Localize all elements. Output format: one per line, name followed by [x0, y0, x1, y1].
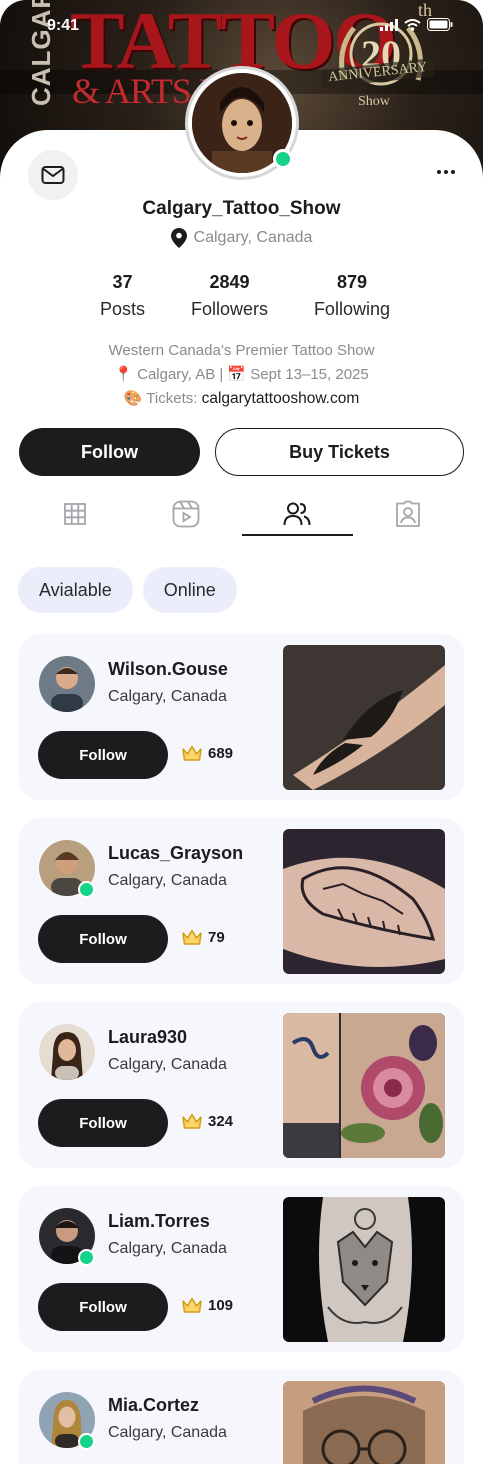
- profile-tabs: [19, 492, 464, 536]
- stat-followers-label: Followers: [190, 299, 268, 319]
- bio-tickets-line: 🎨 Tickets: calgarytattooshow.com: [0, 387, 483, 411]
- status-icons: [380, 18, 453, 31]
- artist-card[interactable]: Mia.Cortez Calgary, Canada: [19, 1370, 464, 1464]
- artist-name[interactable]: Mia.Cortez: [108, 1395, 199, 1416]
- tattoo-photo-image: [283, 645, 445, 790]
- tattoo-photo-image: [283, 1013, 445, 1158]
- artist-card[interactable]: Wilson.Gouse Calgary, Canada Follow 689: [19, 634, 464, 800]
- profile-bio: Western Canada’s Premier Tattoo Show 📍 C…: [0, 339, 483, 411]
- status-time: 9:41: [47, 17, 80, 34]
- filter-chip-online[interactable]: Online: [142, 567, 237, 613]
- artist-score: 79: [181, 928, 225, 946]
- grid-icon: [63, 503, 86, 525]
- reels-icon: [172, 500, 200, 528]
- bio-line-2: 📍 Calgary, AB | 📅 Sept 13–15, 2025: [114, 366, 369, 383]
- artist-name[interactable]: Liam.Torres: [108, 1211, 210, 1232]
- artist-follow-button[interactable]: Follow: [38, 915, 168, 963]
- artist-card[interactable]: Liam.Torres Calgary, Canada Follow 109: [19, 1186, 464, 1352]
- people-icon: [283, 502, 311, 526]
- artist-score: 324: [181, 1112, 233, 1130]
- artist-online-indicator: [78, 1249, 95, 1266]
- artist-score: 109: [181, 1296, 233, 1314]
- tab-people[interactable]: [241, 492, 354, 536]
- artist-tattoo-photo[interactable]: [283, 1013, 445, 1158]
- battery-icon: [427, 18, 453, 31]
- artist-name[interactable]: Laura930: [108, 1027, 187, 1048]
- mail-icon: [41, 166, 65, 184]
- filter-chip-available[interactable]: Avialable: [18, 567, 133, 613]
- artist-follow-button[interactable]: Follow: [38, 1099, 168, 1147]
- artist-tattoo-photo[interactable]: [283, 1381, 445, 1464]
- crown-icon: [182, 1113, 202, 1129]
- artist-tattoo-photo[interactable]: [283, 1197, 445, 1342]
- artist-score-value: 689: [208, 744, 234, 762]
- stat-followers[interactable]: 2849 Followers: [191, 272, 268, 320]
- crown-icon: [182, 745, 202, 761]
- artist-tattoo-photo[interactable]: [283, 829, 445, 974]
- stat-following-label: Following: [313, 299, 390, 319]
- tab-reels[interactable]: [130, 492, 241, 536]
- artist-location: Calgary, Canada: [108, 1056, 227, 1073]
- artist-score-value: 109: [208, 1296, 234, 1314]
- profile-location: Calgary, Canada: [0, 228, 483, 248]
- stat-posts-label: Posts: [100, 299, 146, 319]
- tagged-icon: [396, 500, 421, 527]
- artist-follow-button[interactable]: Follow: [38, 1283, 168, 1331]
- artist-score-value: 79: [208, 928, 225, 946]
- artist-online-indicator: [78, 881, 95, 898]
- artist-follow-button[interactable]: Follow: [38, 731, 168, 779]
- tattoo-photo-image: [283, 829, 445, 974]
- message-button[interactable]: [28, 150, 78, 200]
- artist-online-indicator: [78, 1433, 95, 1450]
- show-label: Show: [358, 94, 390, 109]
- crown-icon: [182, 929, 202, 945]
- more-options-icon[interactable]: [431, 160, 461, 184]
- follow-button[interactable]: Follow: [19, 428, 200, 476]
- artist-name[interactable]: Wilson.Gouse: [108, 659, 228, 680]
- stat-following-value: 879: [336, 272, 367, 292]
- tab-posts[interactable]: [19, 492, 130, 536]
- tattoo-photo-image: [283, 1197, 445, 1342]
- artist-location: Calgary, Canada: [108, 872, 227, 889]
- artist-card[interactable]: Laura930 Calgary, Canada Follow 324: [19, 1002, 464, 1168]
- stat-followers-value: 2849: [209, 272, 250, 292]
- artist-avatar-image: [39, 656, 95, 712]
- artist-name[interactable]: Lucas_Grayson: [108, 843, 243, 864]
- artist-card[interactable]: Lucas_Grayson Calgary, Canada Follow 79: [19, 818, 464, 984]
- location-pin-icon: [170, 228, 187, 248]
- stat-posts-value: 37: [112, 272, 133, 292]
- artist-avatar-image: [39, 1024, 95, 1080]
- buy-tickets-button[interactable]: Buy Tickets: [215, 428, 464, 476]
- bio-tickets-label: 🎨 Tickets:: [123, 390, 198, 407]
- artist-location: Calgary, Canada: [108, 1240, 227, 1257]
- artist-avatar[interactable]: [39, 656, 95, 712]
- artist-avatar[interactable]: [39, 1024, 95, 1080]
- stat-following[interactable]: 879 Following: [314, 272, 390, 320]
- profile-online-indicator: [273, 149, 293, 169]
- artist-location: Calgary, Canada: [108, 688, 227, 705]
- filter-chips: Avialable Online: [18, 567, 237, 613]
- bio-tickets-link[interactable]: calgarytattooshow.com: [202, 390, 360, 407]
- stat-posts[interactable]: 37 Posts: [100, 272, 145, 320]
- artist-score-value: 324: [208, 1112, 234, 1130]
- wifi-icon: [404, 18, 421, 31]
- tattoo-photo-image: [283, 1381, 445, 1464]
- crown-icon: [182, 1297, 202, 1313]
- signal-icon: [380, 18, 398, 31]
- profile-location-text: Calgary, Canada: [193, 229, 313, 246]
- profile-avatar[interactable]: [185, 66, 299, 180]
- artist-score: 689: [181, 744, 233, 762]
- tab-tagged[interactable]: [353, 492, 464, 536]
- artist-location: Calgary, Canada: [108, 1424, 227, 1441]
- profile-stats: 37 Posts 2849 Followers 879 Following: [100, 272, 390, 320]
- profile-username: Calgary_Tattoo_Show: [142, 198, 341, 219]
- banner-calgary-text: CALGARY: [26, 0, 56, 106]
- bio-line-1: Western Canada’s Premier Tattoo Show: [108, 342, 375, 359]
- artist-tattoo-photo[interactable]: [283, 645, 445, 790]
